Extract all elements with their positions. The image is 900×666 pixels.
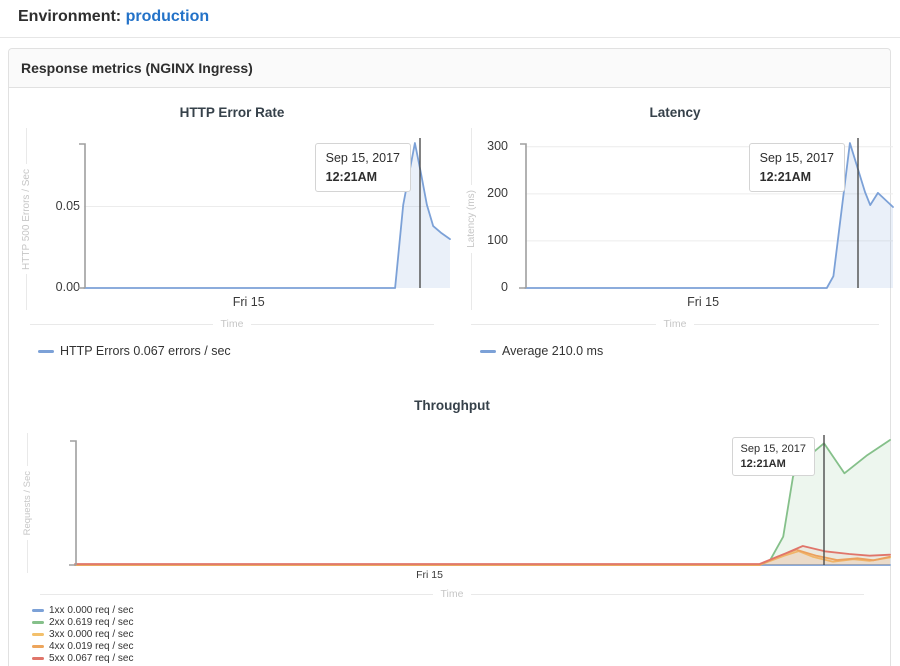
legend-item: 3xx 0.000 req / sec [32, 629, 134, 640]
chart-tooltip: Sep 15, 2017 12:21AM [315, 143, 411, 192]
environment-link[interactable]: production [126, 8, 210, 25]
chart-title: Throughput [14, 398, 890, 413]
x-axis-label-row: Time [40, 588, 864, 600]
tooltip-date: Sep 15, 2017 [760, 151, 834, 165]
x-tick-label: Fri 15 [663, 295, 743, 309]
series-line-5xx [75, 546, 890, 564]
y-tick-label: 300 [487, 139, 508, 153]
legend-label: 2xx 0.619 req / sec [49, 617, 134, 628]
tooltip-date: Sep 15, 2017 [741, 443, 806, 455]
y-tick-gutter: 0.050.00 [48, 143, 80, 288]
x-tick-label: Fri 15 [390, 569, 470, 581]
y-tick-label: 100 [487, 233, 508, 247]
header-divider [0, 37, 900, 38]
y-tick-label: 200 [487, 186, 508, 200]
tooltip-date: Sep 15, 2017 [326, 151, 400, 165]
legend-label: 4xx 0.019 req / sec [49, 641, 134, 652]
legend-item: 5xx 0.067 req / sec [32, 653, 134, 664]
x-axis-label: Time [221, 318, 244, 330]
legend-item: 1xx 0.000 req / sec [32, 605, 134, 616]
legend-label: Average 210.0 ms [502, 344, 603, 358]
chart-title: Latency [455, 105, 895, 120]
panel-title: Response metrics (NGINX Ingress) [9, 49, 890, 88]
y-tick-label: 0.05 [56, 199, 80, 213]
y-axis-label: Requests / Sec [22, 466, 33, 540]
legend-swatch-icon [32, 633, 44, 636]
tooltip-time: 12:21AM [760, 170, 834, 184]
legend-swatch-icon [480, 350, 496, 353]
legend-swatch-icon [38, 350, 54, 353]
legend-item: Average 210.0 ms [480, 344, 603, 358]
legend-swatch-icon [32, 609, 44, 612]
environment-label: Environment: [18, 8, 121, 25]
legend-label: 5xx 0.067 req / sec [49, 653, 134, 664]
x-axis-label: Time [441, 588, 464, 600]
y-axis-label: Latency (ms) [466, 185, 477, 253]
legend-label: 1xx 0.000 req / sec [49, 605, 134, 616]
chart-title: HTTP Error Rate [14, 105, 450, 120]
x-tick-row: Fri 15 [84, 295, 450, 311]
latency-chart: Latency Latency (ms) 300 200 100 0 Fri 15 T… [455, 100, 895, 370]
x-tick-row: Fri 15 [75, 569, 890, 585]
legend: 1xx 0.000 req / sec2xx 0.619 req / sec3x… [32, 605, 134, 664]
x-tick-label: Fri 15 [209, 295, 289, 309]
http-error-rate-chart: HTTP Error Rate HTTP 500 Errors / Sec 0.… [14, 100, 450, 370]
y-tick-label: 0 [501, 280, 508, 294]
y-axis [69, 441, 76, 565]
chart-tooltip: Sep 15, 2017 12:21AM [749, 143, 845, 192]
legend-swatch-icon [32, 657, 44, 660]
legend-item: HTTP Errors 0.067 errors / sec [38, 344, 231, 358]
y-axis-label: HTTP 500 Errors / Sec [21, 164, 32, 275]
tooltip-time: 12:21AM [741, 458, 806, 470]
legend-label: 3xx 0.000 req / sec [49, 629, 134, 640]
legend: HTTP Errors 0.067 errors / sec [38, 344, 231, 358]
y-tick-label: 0.00 [56, 280, 80, 294]
environment-header: Environment: production [18, 8, 209, 26]
y-axis [519, 144, 526, 288]
legend: Average 210.0 ms [480, 344, 603, 358]
y-axis-label-column: HTTP 500 Errors / Sec [19, 128, 33, 310]
x-tick-row: Fri 15 [525, 295, 893, 311]
throughput-chart: Throughput Requests / Sec Fri 15 Time 1x… [14, 393, 890, 666]
series-area-5xx [75, 546, 890, 565]
legend-label: HTTP Errors 0.067 errors / sec [60, 344, 231, 358]
legend-swatch-icon [32, 645, 44, 648]
legend-item: 4xx 0.019 req / sec [32, 641, 134, 652]
chart-tooltip: Sep 15, 2017 12:21AM [732, 437, 815, 476]
legend-swatch-icon [32, 621, 44, 624]
x-axis-label-row: Time [30, 318, 434, 330]
y-axis-label-column: Requests / Sec [20, 433, 34, 573]
y-tick-gutter: 3002001000 [476, 143, 508, 288]
legend-item: 2xx 0.619 req / sec [32, 617, 134, 628]
page: Environment: production Response metrics… [0, 0, 900, 666]
x-axis-label-row: Time [471, 318, 879, 330]
x-axis-label: Time [664, 318, 687, 330]
tooltip-time: 12:21AM [326, 170, 400, 184]
